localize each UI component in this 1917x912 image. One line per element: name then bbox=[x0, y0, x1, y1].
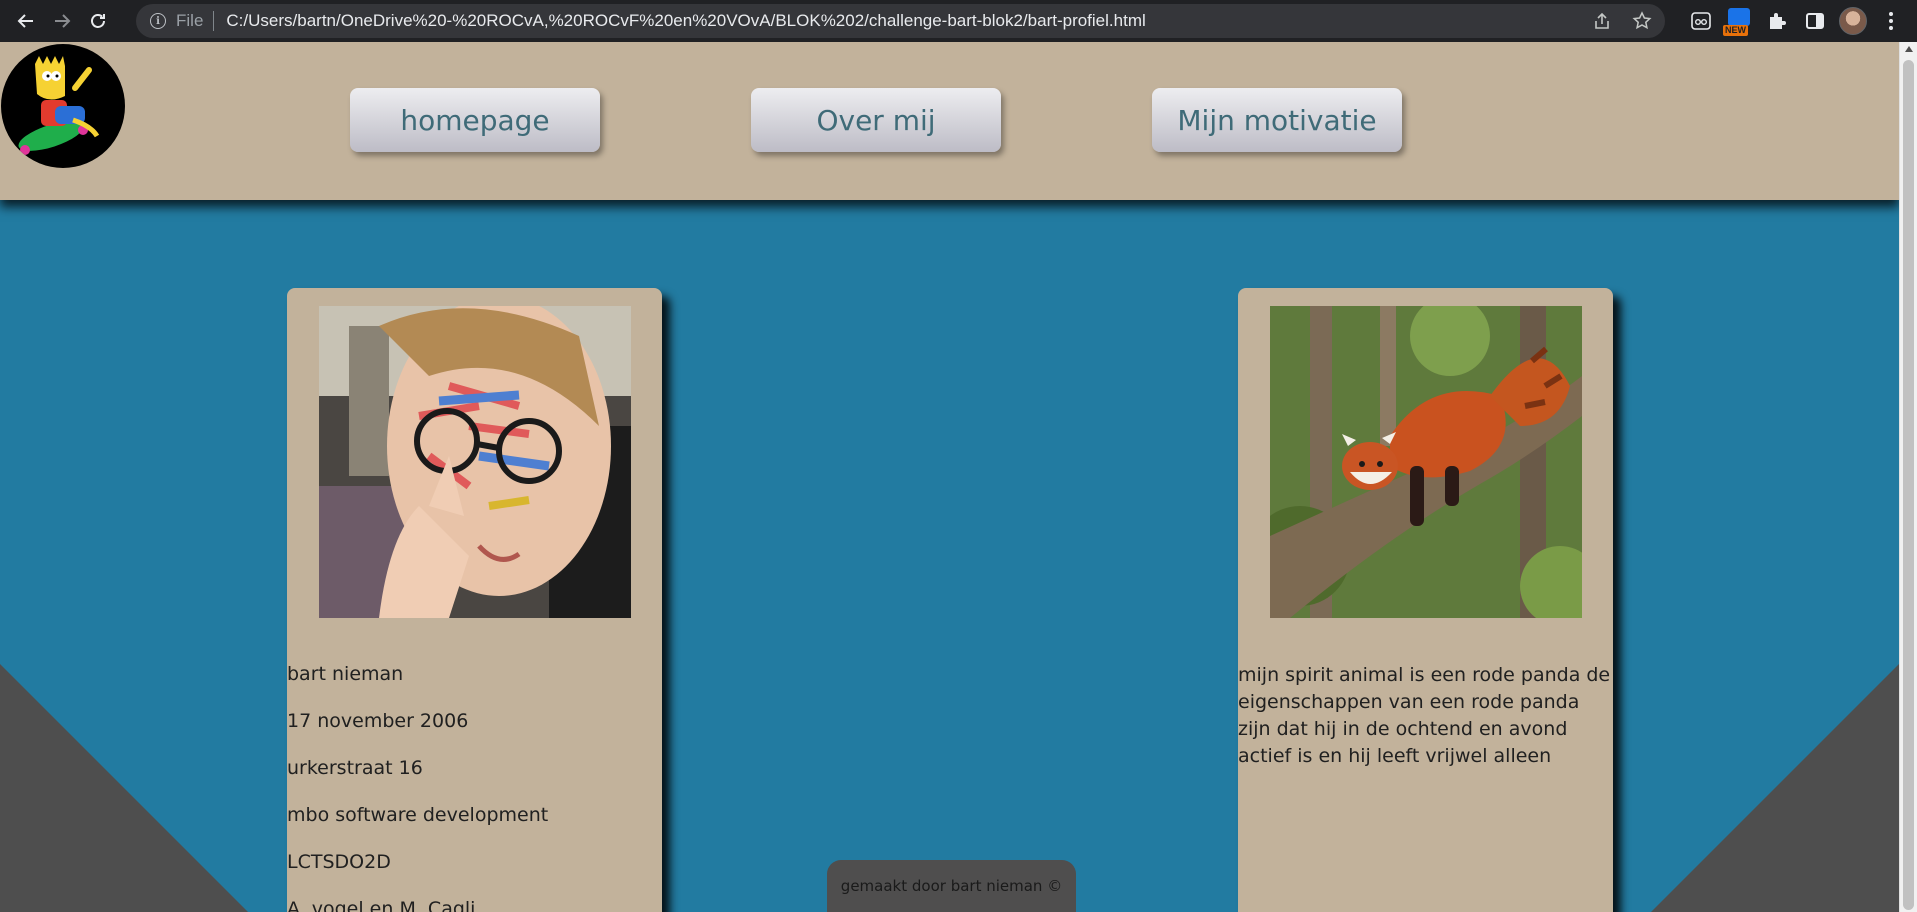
arrow-left-icon bbox=[17, 14, 33, 28]
share-icon[interactable] bbox=[1589, 8, 1615, 34]
nav-button-homepage[interactable]: homepage bbox=[350, 88, 600, 152]
url-text[interactable]: C:/Users/bartn/OneDrive%20-%20ROCvA,%20R… bbox=[226, 11, 1145, 31]
spirit-animal-card: mijn spirit animal is een rode panda de … bbox=[1238, 288, 1613, 912]
red-panda-photo bbox=[1270, 306, 1582, 618]
extension-tile bbox=[1728, 8, 1750, 26]
info-address: urkerstraat 16 bbox=[287, 757, 423, 779]
nav-button-over-mij[interactable]: Over mij bbox=[751, 88, 1001, 152]
info-icon[interactable]: i bbox=[150, 13, 166, 29]
scheme-label: File bbox=[176, 11, 204, 30]
new-badge: NEW bbox=[1723, 25, 1748, 36]
nav-button-mijn-motivatie[interactable]: Mijn motivatie bbox=[1152, 88, 1402, 152]
bart-simpson-logo-icon bbox=[18, 56, 100, 155]
page-viewport: homepage Over mij Mijn motivatie bart ni… bbox=[0, 42, 1899, 912]
site-footer: gemaakt door bart nieman © bbox=[827, 860, 1076, 912]
arrow-right-icon bbox=[55, 14, 71, 28]
profile-info-list: bart nieman 17 november 2006 urkerstraat… bbox=[287, 662, 662, 912]
side-panel-icon[interactable] bbox=[1801, 7, 1829, 35]
scroll-up-arrow-icon[interactable] bbox=[1905, 46, 1913, 52]
puzzle-piece-icon[interactable] bbox=[1763, 7, 1791, 35]
divider bbox=[213, 11, 215, 31]
vertical-scrollbar[interactable] bbox=[1899, 42, 1917, 912]
profile-photo bbox=[319, 306, 631, 618]
scroll-thumb[interactable] bbox=[1903, 60, 1914, 910]
decorative-corner-right bbox=[1651, 664, 1899, 912]
kebab-menu-icon[interactable] bbox=[1877, 7, 1905, 35]
reader-mode-icon[interactable] bbox=[1687, 7, 1715, 35]
back-button[interactable] bbox=[8, 3, 44, 39]
forward-button[interactable] bbox=[44, 3, 80, 39]
profile-avatar-icon[interactable] bbox=[1839, 7, 1867, 35]
info-class: LCTSDO2D bbox=[287, 851, 391, 873]
site-header: homepage Over mij Mijn motivatie bbox=[0, 42, 1899, 200]
bookmark-star-icon[interactable] bbox=[1629, 8, 1655, 34]
address-bar[interactable]: i File C:/Users/bartn/OneDrive%20-%20ROC… bbox=[136, 4, 1665, 38]
decorative-corner-left bbox=[0, 664, 248, 912]
site-logo[interactable] bbox=[1, 44, 125, 168]
info-mentors: A. vogel en M. Cagli bbox=[287, 898, 476, 912]
avatar bbox=[1839, 7, 1867, 35]
profile-card: bart nieman 17 november 2006 urkerstraat… bbox=[287, 288, 662, 912]
spirit-animal-text: mijn spirit animal is een rode panda de … bbox=[1238, 664, 1611, 767]
reload-button[interactable] bbox=[80, 3, 116, 39]
extension-new-icon[interactable]: NEW bbox=[1723, 7, 1753, 36]
reload-icon bbox=[91, 14, 105, 28]
info-birthdate: 17 november 2006 bbox=[287, 710, 469, 732]
info-study: mbo software development bbox=[287, 804, 549, 826]
browser-toolbar: i File C:/Users/bartn/OneDrive%20-%20ROC… bbox=[0, 0, 1917, 42]
info-name: bart nieman bbox=[287, 663, 404, 685]
